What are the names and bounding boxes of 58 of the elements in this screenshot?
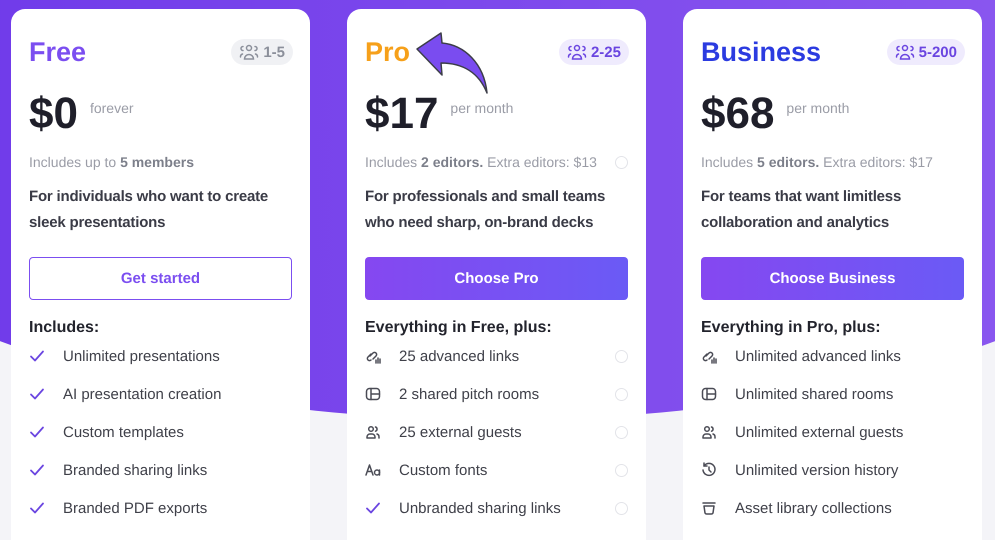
people-icon [365,424,381,440]
price: $68 [701,91,774,137]
plan-description: For professionals and small teams who need sharp, on-brand decks [365,187,606,233]
feature-text: Unlimited presentations [63,348,221,364]
feature-text: AI presentation creation [63,386,222,402]
layout-icon [701,386,717,402]
feature-text: Asset library collections [735,500,893,516]
feature-text: 25 advanced links [399,348,520,364]
plan-name: Business [701,36,822,68]
feature-text: Branded PDF exports [63,500,208,516]
price: $17 [365,91,438,137]
seats-note: Includes 2 editors. Extra editors: $13 [365,154,597,170]
layout-icon [365,386,381,402]
feature-text: Custom templates [63,424,185,440]
info-icon[interactable] [615,426,628,438]
check-icon [29,424,45,440]
plan-name: Free [29,36,86,68]
feature-text: Custom fonts [399,462,488,478]
info-icon[interactable] [615,350,628,362]
info-icon[interactable] [615,464,628,476]
member-count-badge: 1-5 [231,39,293,65]
check-icon [29,386,45,402]
feature-text: Unlimited shared rooms [735,386,894,402]
price: $0 [29,91,78,137]
feature-text: Unlimited advanced links [735,348,902,364]
feature-text: 25 external guests [399,424,523,440]
plan-description: For teams that want limitless collaboration and analytics [701,187,902,233]
check-icon [29,348,45,364]
plan-description: For individuals who want to create sleek presentations [29,187,270,233]
billing-period: per month [450,100,514,116]
plan-button[interactable]: Get started [29,257,292,300]
check-icon [29,462,45,478]
info-icon[interactable] [615,156,628,168]
seats-note: Includes up to 5 members [29,154,194,170]
billing-period: per month [786,100,850,116]
feature-text: Unbranded sharing links [399,500,562,516]
font-icon [365,462,381,478]
plan-name: Pro [365,36,410,68]
info-icon[interactable] [615,388,628,400]
billing-period: forever [90,100,134,116]
plan-button[interactable]: Choose Pro [365,257,628,300]
member-count-badge: 2-25 [558,39,629,65]
features-heading: Everything in Free, plus: [365,319,553,337]
check-icon [365,500,381,516]
info-icon[interactable] [615,502,628,514]
plan-button[interactable]: Choose Business [701,257,964,300]
history-icon [701,462,717,478]
features-heading: Everything in Pro, plus: [701,319,882,337]
feature-text: Branded sharing links [63,462,208,478]
check-icon [29,500,45,516]
feature-text: 2 shared pitch rooms [399,386,540,402]
features-heading: Includes: [29,319,100,337]
seats-note: Includes 5 editors. Extra editors: $17 [701,154,933,170]
feature-text: Unlimited external guests [735,424,904,440]
member-count-badge: 5-200 [886,39,965,65]
feature-text: Unlimited version history [735,462,900,478]
people-icon [701,424,717,440]
cup-icon [701,500,717,516]
